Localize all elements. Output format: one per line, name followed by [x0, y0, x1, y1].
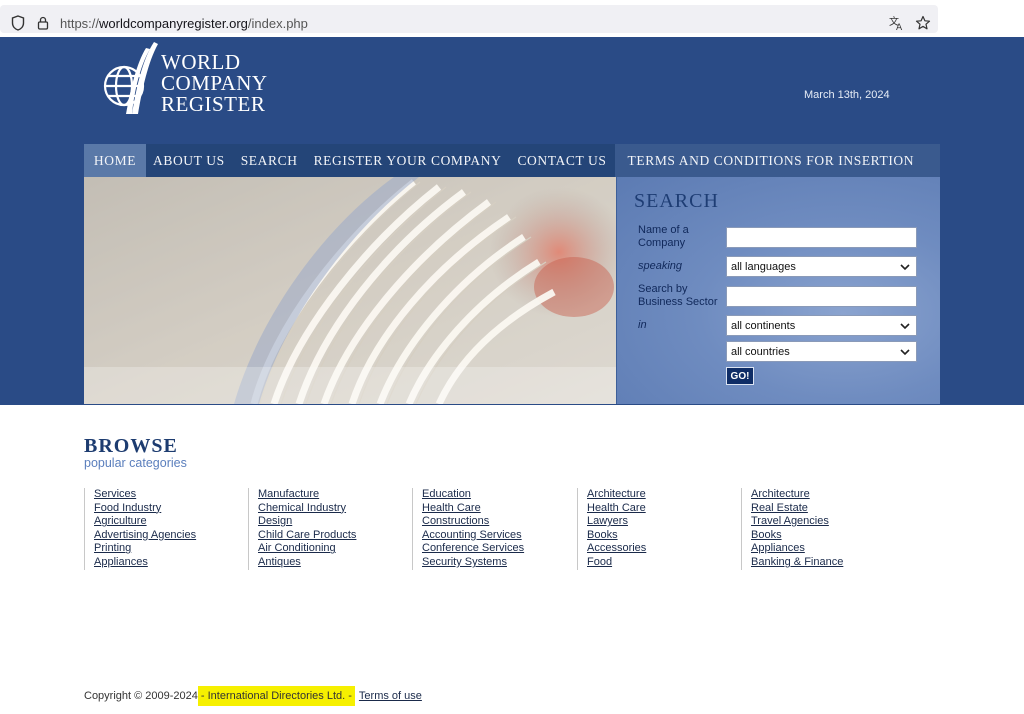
chevron-down-icon: [900, 349, 910, 356]
category-link[interactable]: Printing: [94, 542, 196, 556]
category-link[interactable]: Chemical Industry: [258, 502, 356, 516]
nav-search[interactable]: Search: [241, 144, 298, 177]
url-path: /index.php: [247, 16, 308, 31]
language-select-value: all languages: [731, 260, 796, 273]
nav-register-your-company[interactable]: Register your company: [314, 144, 502, 177]
category-column-5: Architecture Real Estate Travel Agencies…: [741, 488, 843, 570]
category-link[interactable]: Travel Agencies: [751, 515, 843, 529]
language-select[interactable]: all languages: [726, 256, 917, 277]
chevron-down-icon: [900, 264, 910, 271]
category-link[interactable]: Accessories: [587, 542, 646, 556]
category-link[interactable]: Lawyers: [587, 515, 646, 529]
nav-home[interactable]: Home: [84, 144, 146, 177]
address-bar[interactable]: https://worldcompanyregister.org/index.p…: [0, 5, 938, 33]
category-column-4: Architecture Health Care Lawyers Books A…: [577, 488, 646, 570]
star-icon[interactable]: [915, 15, 931, 31]
category-link[interactable]: Child Care Products: [258, 529, 356, 543]
nav-contact-us[interactable]: Contact us: [517, 144, 606, 177]
shield-icon[interactable]: [10, 15, 26, 31]
category-link[interactable]: Antiques: [258, 556, 356, 570]
copyright-text: Copyright © 2009-2024: [84, 690, 198, 702]
category-link[interactable]: Books: [587, 529, 646, 543]
chevron-down-icon: [900, 323, 910, 330]
continent-select[interactable]: all continents: [726, 315, 917, 336]
category-link[interactable]: Accounting Services: [422, 529, 524, 543]
category-link[interactable]: Manufacture: [258, 488, 356, 502]
terms-of-use-link[interactable]: Terms of use: [359, 690, 422, 702]
globe-logo-icon[interactable]: [102, 40, 160, 119]
svg-text:A: A: [896, 23, 903, 31]
category-link[interactable]: Food Industry: [94, 502, 196, 516]
business-sector-label: Search by Business Sector: [638, 283, 718, 308]
url-domain: worldcompanyregister.org: [99, 16, 248, 31]
category-link[interactable]: Education: [422, 488, 524, 502]
browse-title: BROWSE: [84, 435, 178, 457]
browser-toolbar: https://worldcompanyregister.org/index.p…: [0, 0, 1024, 37]
category-column-3: Education Health Care Constructions Acco…: [412, 488, 524, 570]
nav-about-us[interactable]: About us: [153, 144, 225, 177]
category-link[interactable]: Conference Services: [422, 542, 524, 556]
url-scheme: https://: [60, 16, 100, 31]
main-nav: Home About us Search Register your compa…: [84, 144, 940, 177]
company-name-highlight: - International Directories Ltd. -: [197, 686, 355, 706]
category-link[interactable]: Health Care: [587, 502, 646, 516]
category-link[interactable]: Air Conditioning: [258, 542, 356, 556]
category-link[interactable]: Architecture: [587, 488, 646, 502]
search-panel: SEARCH Name of a Company speaking all la…: [616, 177, 940, 404]
category-link[interactable]: Banking & Finance: [751, 556, 843, 570]
lock-icon[interactable]: [35, 15, 51, 31]
translate-icon[interactable]: 文A: [889, 15, 905, 31]
speaking-label: speaking: [638, 260, 683, 272]
hero-book-image: [84, 177, 616, 404]
category-link[interactable]: Food: [587, 556, 646, 570]
nav-terms-and-conditions[interactable]: Terms and conditions for insertion: [614, 144, 940, 177]
logo-line-3: REGISTER: [161, 92, 266, 116]
country-select[interactable]: all countries: [726, 341, 917, 362]
category-link[interactable]: Agriculture: [94, 515, 196, 529]
country-select-value: all countries: [731, 345, 790, 358]
logo-line-1: WORLD: [161, 50, 241, 74]
category-link[interactable]: Real Estate: [751, 502, 843, 516]
site-logo-text[interactable]: WORLD COMPANY REGISTER: [161, 52, 268, 115]
category-link[interactable]: Appliances: [94, 556, 196, 570]
search-title: SEARCH: [634, 190, 719, 212]
url-text[interactable]: https://worldcompanyregister.org/index.p…: [60, 16, 308, 31]
category-link[interactable]: Appliances: [751, 542, 843, 556]
category-link[interactable]: Books: [751, 529, 843, 543]
category-column-2: Manufacture Chemical Industry Design Chi…: [248, 488, 356, 570]
browse-subtitle: popular categories: [84, 456, 187, 470]
company-name-input[interactable]: [726, 227, 917, 248]
go-button[interactable]: GO!: [726, 367, 754, 385]
continent-select-value: all continents: [731, 319, 796, 332]
category-link[interactable]: Design: [258, 515, 356, 529]
site-footer: Copyright © 2009-2024 - International Di…: [84, 686, 422, 706]
category-link[interactable]: Health Care: [422, 502, 524, 516]
category-column-1: Services Food Industry Agriculture Adver…: [84, 488, 196, 570]
company-name-label: Name of a Company: [638, 224, 689, 249]
business-sector-input[interactable]: [726, 286, 917, 307]
category-link[interactable]: Security Systems: [422, 556, 524, 570]
category-link[interactable]: Constructions: [422, 515, 524, 529]
current-date: March 13th, 2024: [804, 89, 890, 101]
in-label: in: [638, 319, 647, 331]
category-link[interactable]: Services: [94, 488, 196, 502]
logo-line-2: COMPANY: [161, 71, 268, 95]
category-link[interactable]: Advertising Agencies: [94, 529, 196, 543]
category-link[interactable]: Architecture: [751, 488, 843, 502]
